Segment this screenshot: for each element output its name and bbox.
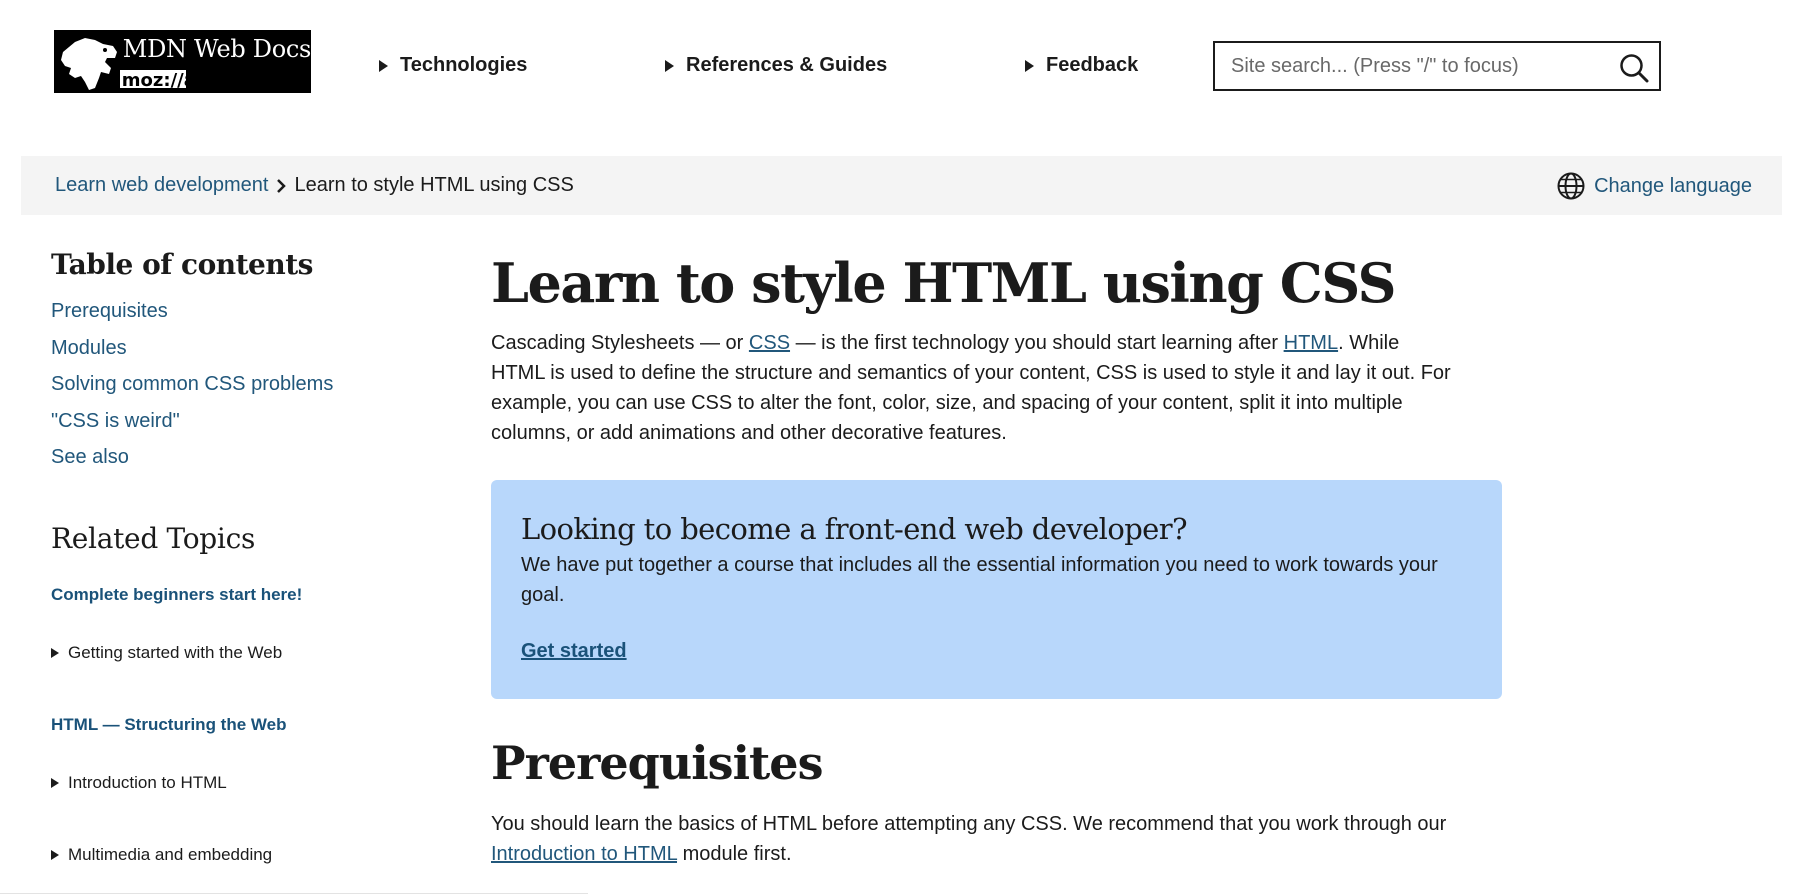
breadcrumb-learn-web-development[interactable]: Learn web development xyxy=(55,174,268,197)
intro-paragraph: Cascading Stylesheets — or CSS — is the … xyxy=(491,332,1451,444)
toc-item-css-is-weird[interactable]: "CSS is weird" xyxy=(51,403,431,440)
breadcrumb-bar: Learn web development Learn to style HTM… xyxy=(21,156,1782,215)
triangle-right-icon xyxy=(379,59,388,72)
related-item-label: Multimedia and embedding xyxy=(68,844,273,864)
related-complete-beginners-link[interactable]: Complete beginners start here! xyxy=(51,585,431,605)
main-content: Learn to style HTML using CSS Cascading … xyxy=(491,250,1511,869)
triangle-right-icon xyxy=(51,849,59,860)
callout-text: We have put together a course that inclu… xyxy=(521,554,1438,606)
related-html-structuring-link[interactable]: HTML — Structuring the Web xyxy=(51,715,431,735)
nav-label: Feedback xyxy=(1046,54,1139,76)
sidebar: Table of contents Prerequisites Modules … xyxy=(51,248,431,865)
prerequisites-heading: Prerequisites xyxy=(491,736,823,790)
mdn-logo[interactable]: MDN Web Docs moz://a xyxy=(54,30,311,93)
html-link[interactable]: HTML xyxy=(1284,332,1338,354)
page-title: Learn to style HTML using CSS xyxy=(491,251,1397,315)
related-multimedia-toggle[interactable]: Multimedia and embedding xyxy=(51,845,431,865)
related-item-label: Getting started with the Web xyxy=(68,642,283,662)
prerequisites-paragraph: You should learn the basics of HTML befo… xyxy=(491,813,1447,865)
globe-icon xyxy=(1557,172,1585,200)
mozilla-wordmark: moz://a xyxy=(119,68,196,91)
breadcrumb: Learn web development Learn to style HTM… xyxy=(55,174,574,197)
breadcrumb-current: Learn to style HTML using CSS xyxy=(294,174,574,196)
search-icon[interactable] xyxy=(1619,53,1649,83)
search-input[interactable] xyxy=(1215,44,1605,88)
change-language-label: Change language xyxy=(1594,174,1752,197)
related-getting-started-toggle[interactable]: Getting started with the Web xyxy=(51,643,431,663)
dinosaur-icon xyxy=(54,30,120,93)
nav-technologies[interactable]: Technologies xyxy=(379,54,527,77)
nav-label: Technologies xyxy=(400,54,528,76)
toc-item-modules[interactable]: Modules xyxy=(51,330,431,367)
triangle-right-icon xyxy=(51,647,59,658)
front-end-callout: Looking to become a front-end web develo… xyxy=(491,480,1502,699)
callout-title: Looking to become a front-end web develo… xyxy=(521,512,1188,546)
triangle-right-icon xyxy=(51,777,59,788)
toc-list: Prerequisites Modules Solving common CSS… xyxy=(51,293,431,476)
logo-title: MDN Web Docs xyxy=(122,35,312,63)
triangle-right-icon xyxy=(665,59,674,72)
related-topics-title: Related Topics xyxy=(51,521,256,555)
get-started-link[interactable]: Get started xyxy=(521,640,627,663)
introduction-to-html-link[interactable]: Introduction to HTML xyxy=(491,843,677,865)
toc-title: Table of contents xyxy=(51,248,313,281)
related-item-label: Introduction to HTML xyxy=(68,772,227,792)
site-search xyxy=(1213,41,1661,91)
nav-feedback[interactable]: Feedback xyxy=(1025,54,1138,77)
chevron-right-icon xyxy=(272,177,290,195)
related-introduction-to-html-toggle[interactable]: Introduction to HTML xyxy=(51,773,431,793)
nav-references-guides[interactable]: References & Guides xyxy=(665,54,887,77)
toc-item-solving-common-css-problems[interactable]: Solving common CSS problems xyxy=(51,366,431,403)
site-header: MDN Web Docs moz://a Technologies Refere… xyxy=(0,0,1803,130)
triangle-right-icon xyxy=(1025,59,1034,72)
toc-item-see-also[interactable]: See also xyxy=(51,439,431,476)
nav-label: References & Guides xyxy=(686,54,888,76)
css-link[interactable]: CSS xyxy=(749,332,790,354)
change-language-button[interactable]: Change language xyxy=(1556,171,1752,201)
toc-item-prerequisites[interactable]: Prerequisites xyxy=(51,293,431,330)
